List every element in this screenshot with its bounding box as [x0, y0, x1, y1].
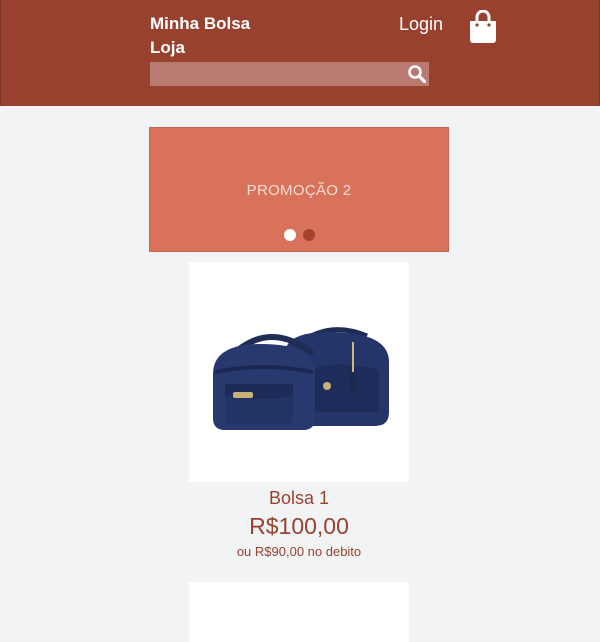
product-image[interactable] [189, 262, 409, 482]
search-bar [150, 62, 429, 86]
product-image-next[interactable] [189, 582, 409, 642]
login-link[interactable]: Login [399, 13, 443, 35]
navy-handbags-image [213, 327, 389, 430]
site-header: Minha Bolsa Loja Login [0, 0, 600, 106]
search-input[interactable] [150, 62, 400, 86]
promo-carousel[interactable]: PROMOÇÃO 2 [149, 127, 449, 252]
store-logo-link[interactable]: Minha Bolsa Loja [150, 12, 280, 60]
product-debit-price: ou R$90,00 no debito [236, 544, 362, 559]
product-price: R$100,00 [249, 513, 349, 539]
brand-line-2: Loja [150, 38, 185, 57]
shopping-bag-icon[interactable] [468, 9, 498, 44]
carousel-dot-1[interactable] [284, 229, 296, 241]
product-name[interactable]: Bolsa 1 [189, 488, 409, 509]
search-icon[interactable] [407, 64, 427, 84]
carousel-dot-2[interactable] [303, 229, 315, 241]
promo-banner-text: PROMOÇÃO 2 [246, 182, 352, 199]
brand-line-1: Minha Bolsa [150, 14, 251, 33]
